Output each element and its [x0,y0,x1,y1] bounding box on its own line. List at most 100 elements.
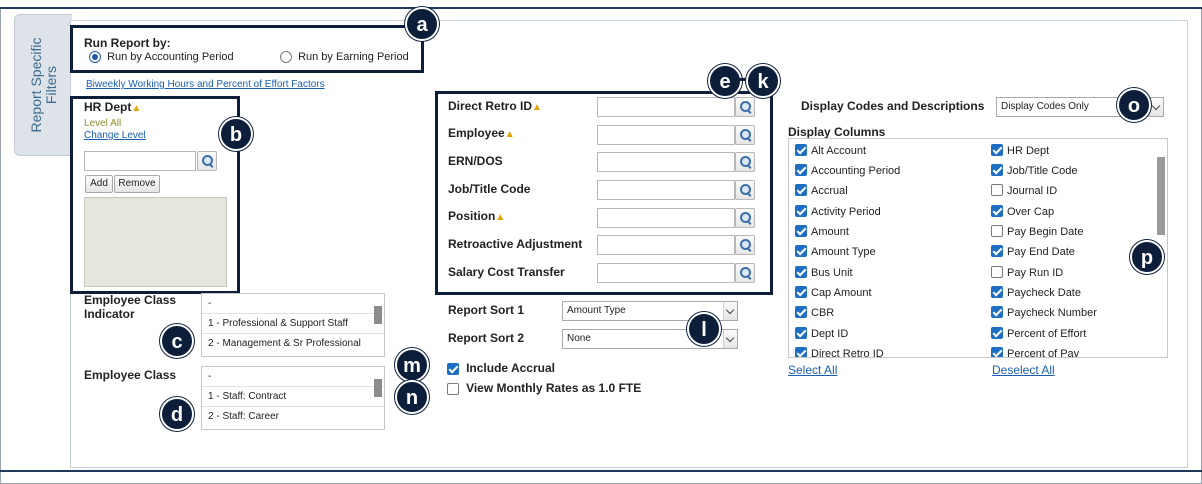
checkbox-icon[interactable] [795,286,807,299]
list-item[interactable]: 2 - Staff: Career [202,407,384,427]
list-item[interactable]: - [202,294,384,314]
list-item[interactable]: Paycheck Number [991,306,1097,319]
checkbox-icon[interactable] [991,144,1003,157]
run-by-accounting-period-radio[interactable]: Run by Accounting Period [89,51,234,64]
column-label: CBR [811,307,835,319]
run-by-earning-period-radio[interactable]: Run by Earning Period [280,51,409,64]
employee-class-list[interactable]: - 1 - Staff: Contract 2 - Staff: Career [201,366,385,430]
scrollbar-thumb[interactable] [374,306,382,324]
list-item[interactable]: - [202,367,384,387]
radio-earning-icon[interactable] [280,51,292,64]
list-item[interactable]: Cap Amount [795,286,872,299]
job-title-code-input[interactable] [597,180,735,200]
checkbox-icon[interactable] [795,205,807,218]
employee-class-label: Employee Class [84,368,177,382]
direct-retro-id-input[interactable] [597,97,735,117]
position-input[interactable] [597,208,735,228]
select-all-link[interactable]: Select All [788,363,837,377]
list-item[interactable]: HR Dept [991,144,1049,157]
list-item[interactable]: Dept ID [795,327,848,340]
checkbox-icon[interactable] [795,306,807,319]
checkbox-icon[interactable] [991,205,1003,218]
checkbox-icon[interactable] [991,245,1003,258]
checkbox-include-accrual-icon[interactable] [447,363,459,376]
radio-accounting-icon[interactable] [89,51,101,64]
checkbox-icon[interactable] [991,306,1003,319]
checkbox-icon[interactable] [795,225,807,238]
job-title-code-lookup-icon[interactable] [735,180,755,200]
list-item[interactable]: Percent of Pay [991,347,1079,357]
list-item[interactable]: Accrual [795,184,848,197]
report-specific-filters-tab[interactable]: Report Specific Filters [14,14,72,156]
list-item[interactable]: Journal ID [991,184,1057,197]
checkbox-icon[interactable] [795,347,807,357]
list-item[interactable]: Amount [795,225,849,238]
filter-position-label: Position▲ [448,209,505,223]
list-item[interactable]: Direct Retro ID [795,347,884,357]
checkbox-icon[interactable] [795,184,807,197]
checkbox-monthly-rates-icon[interactable] [447,383,459,396]
add-button[interactable]: Add [85,175,113,193]
checkbox-icon[interactable] [991,164,1003,177]
columns-scrollbar-thumb[interactable] [1157,157,1165,235]
hr-dept-list[interactable] [84,197,227,287]
remove-button[interactable]: Remove [114,175,160,193]
chevron-down-icon[interactable] [723,302,737,320]
checkbox-icon[interactable] [795,164,807,177]
list-item[interactable]: Percent of Effort [991,327,1086,340]
checkbox-icon[interactable] [795,266,807,279]
list-item[interactable]: 1 - Professional & Support Staff [202,314,384,334]
list-item[interactable]: Paycheck Date [991,286,1081,299]
list-item[interactable]: Pay Begin Date [991,225,1083,238]
checkbox-icon[interactable] [991,266,1003,279]
checkbox-icon[interactable] [991,225,1003,238]
list-item[interactable]: 2 - Management & Sr Professional [202,334,384,354]
ern-dos-lookup-icon[interactable] [735,152,755,172]
chevron-down-icon[interactable] [723,330,737,348]
chevron-down-icon[interactable] [1149,98,1163,116]
change-level-link[interactable]: Change Level [84,130,146,141]
salary-cost-transfer-input[interactable] [597,263,735,283]
retroactive-adjustment-lookup-icon[interactable] [735,235,755,255]
retroactive-adjustment-input[interactable] [597,235,735,255]
employee-input[interactable] [597,125,735,145]
callout-badge-c: c [160,324,194,358]
checkbox-icon[interactable] [991,286,1003,299]
list-item[interactable]: Activity Period [795,205,881,218]
required-icon: ▲ [504,129,515,140]
checkbox-icon[interactable] [991,184,1003,197]
list-item[interactable]: Accounting Period [795,164,901,177]
list-item[interactable]: Pay End Date [991,245,1075,258]
list-item[interactable]: 1 - Staff: Contract [202,387,384,407]
checkbox-icon[interactable] [795,327,807,340]
employee-lookup-icon[interactable] [735,125,755,145]
column-label: Accounting Period [811,165,901,177]
column-label: Bus Unit [811,267,853,279]
view-monthly-rates-checkbox[interactable]: View Monthly Rates as 1.0 FTE [447,381,641,396]
include-accrual-checkbox[interactable]: Include Accrual [447,361,555,376]
checkbox-icon[interactable] [795,245,807,258]
ern-dos-input[interactable] [597,152,735,172]
list-item[interactable]: Alt Account [795,144,866,157]
list-item[interactable]: Bus Unit [795,266,853,279]
list-item[interactable]: Pay Run ID [991,266,1063,279]
callout-badge-n: n [395,380,429,414]
list-item[interactable]: Job/Title Code [991,164,1078,177]
hr-dept-lookup-icon[interactable] [197,151,217,171]
list-item[interactable]: Amount Type [795,245,876,258]
position-lookup-icon[interactable] [735,208,755,228]
checkbox-icon[interactable] [991,327,1003,340]
salary-cost-transfer-lookup-icon[interactable] [735,263,755,283]
list-item[interactable]: CBR [795,306,835,319]
employee-class-indicator-list[interactable]: - 1 - Professional & Support Staff 2 - M… [201,293,385,357]
direct-retro-id-lookup-icon[interactable] [735,97,755,117]
hr-dept-input[interactable] [84,151,196,171]
column-label: Paycheck Date [1007,287,1081,299]
display-columns-list[interactable]: Alt Account Accounting Period Accrual Ac… [788,138,1168,358]
checkbox-icon[interactable] [991,347,1003,357]
deselect-all-link[interactable]: Deselect All [992,363,1055,377]
scrollbar-thumb[interactable] [374,379,382,397]
list-item[interactable]: Over Cap [991,205,1054,218]
factors-link[interactable]: Biweekly Working Hours and Percent of Ef… [86,79,325,90]
checkbox-icon[interactable] [795,144,807,157]
